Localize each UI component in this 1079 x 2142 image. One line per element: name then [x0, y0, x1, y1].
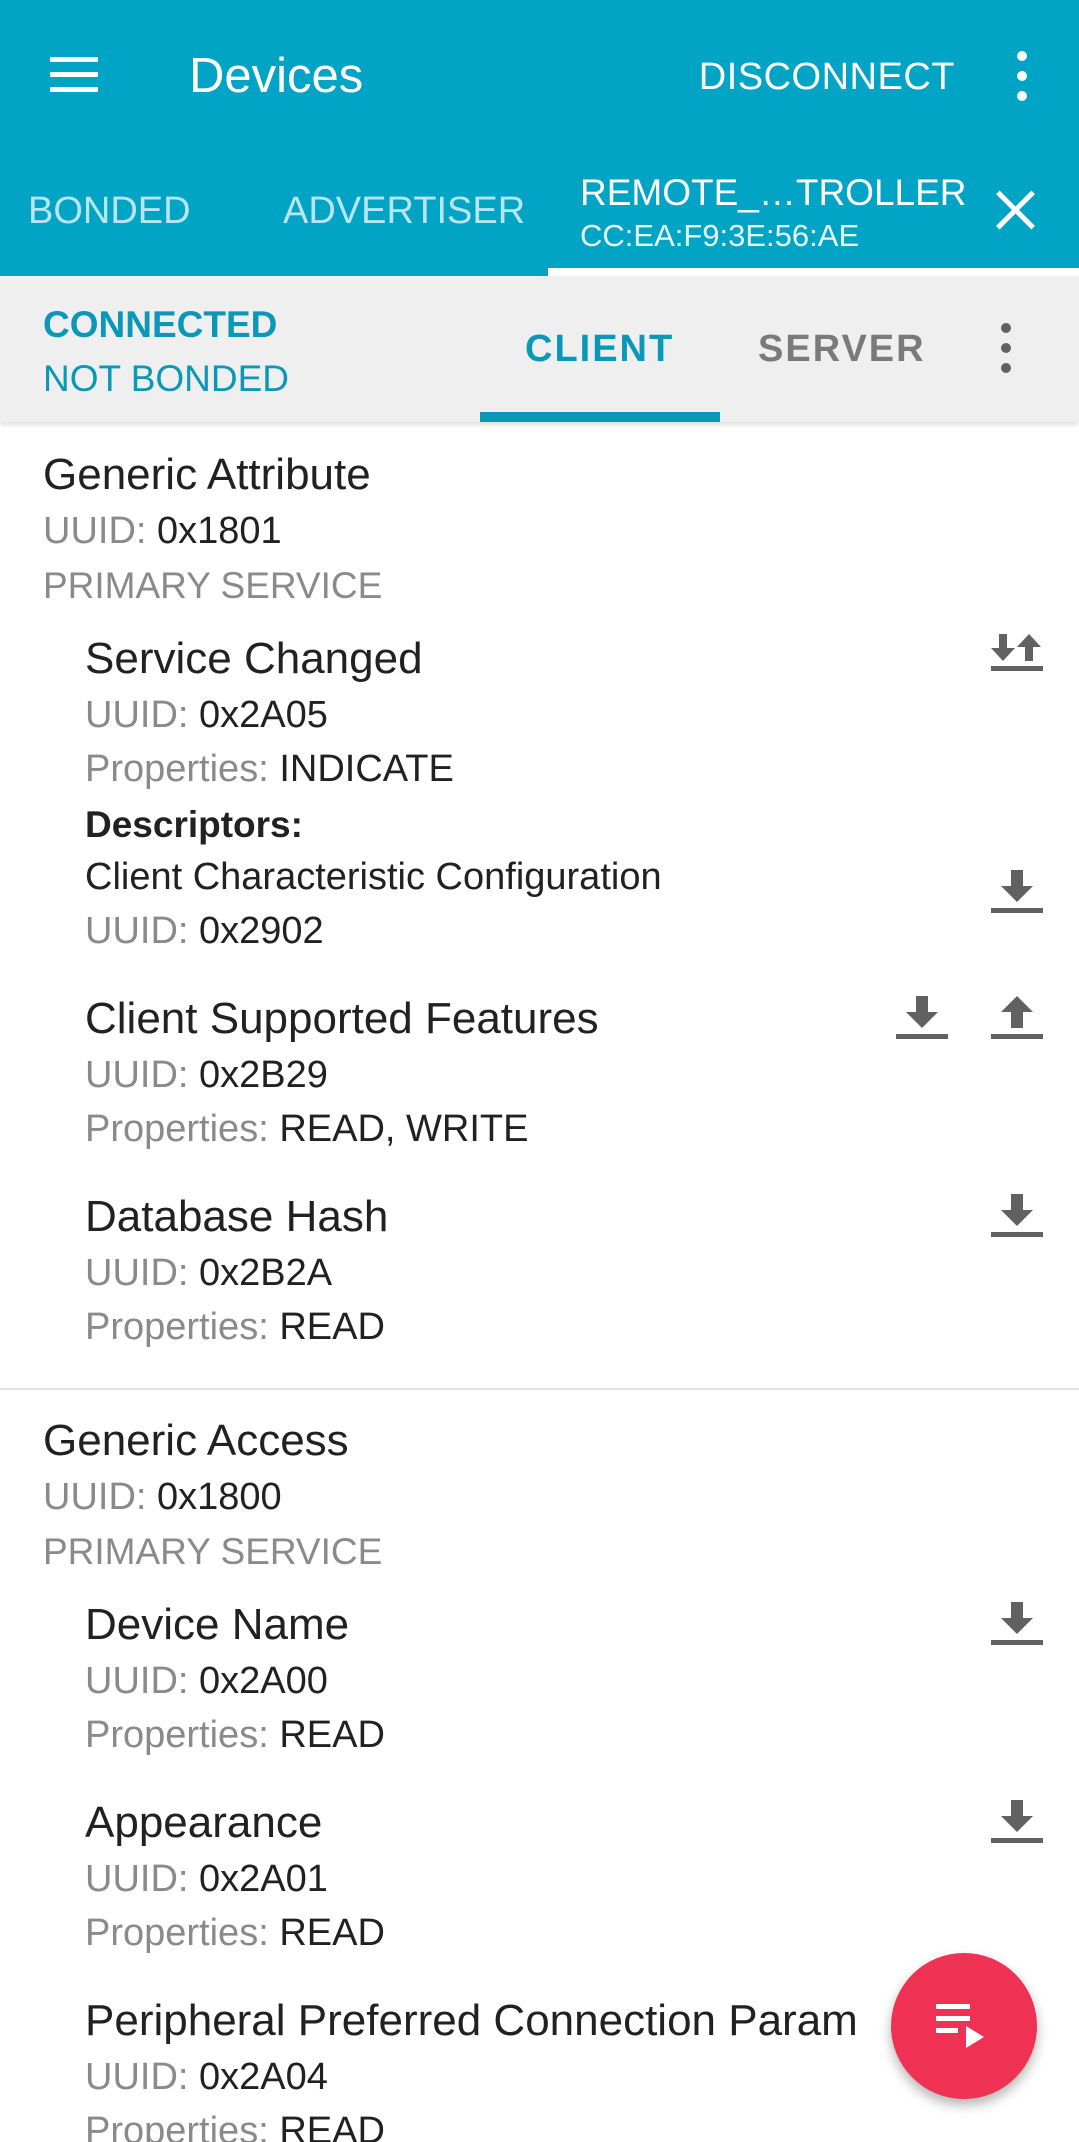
close-icon[interactable]: [993, 187, 1039, 233]
service-uuid: UUID: 0x1800: [43, 1476, 282, 1518]
divider: [0, 1388, 1079, 1390]
device-name: REMOTE_…TROLLER: [580, 172, 967, 213]
characteristic-uuid: UUID: 0x2A01: [85, 1858, 328, 1900]
characteristic-properties: Properties: READ: [85, 1306, 385, 1348]
download-icon[interactable]: [989, 1792, 1045, 1852]
tab-device[interactable]: REMOTE_…TROLLER CC:EA:F9:3E:56:AE: [580, 172, 967, 254]
connection-status-bar: CONNECTED NOT BONDED CLIENT SERVER: [0, 276, 1079, 422]
service-name[interactable]: Generic Attribute: [43, 450, 371, 500]
hamburger-menu-icon[interactable]: [42, 50, 102, 100]
characteristic-uuid: UUID: 0x2A05: [85, 694, 328, 736]
characteristic-uuid: UUID: 0x2B29: [85, 1054, 328, 1096]
service-type: PRIMARY SERVICE: [43, 1531, 383, 1572]
download-icon[interactable]: [894, 988, 950, 1048]
upload-icon[interactable]: [989, 988, 1045, 1048]
characteristic-name[interactable]: Service Changed: [85, 634, 423, 684]
characteristic-name[interactable]: Peripheral Preferred Connection Param: [85, 1996, 858, 2046]
characteristic-uuid: UUID: 0x2A00: [85, 1660, 328, 1702]
page-title: Devices: [189, 49, 364, 103]
descriptor-name[interactable]: Client Characteristic Configuration: [85, 856, 662, 899]
characteristic-name[interactable]: Client Supported Features: [85, 994, 599, 1044]
characteristic-uuid: UUID: 0x2B2A: [85, 1252, 333, 1294]
characteristic-properties: Properties: READ, WRITE: [85, 1108, 529, 1150]
characteristic-name[interactable]: Appearance: [85, 1798, 322, 1848]
download-icon[interactable]: [989, 862, 1045, 922]
characteristic-properties: Properties: READ: [85, 2110, 385, 2142]
characteristic-properties: Properties: READ: [85, 1714, 385, 1756]
characteristic-properties: Properties: READ: [85, 1912, 385, 1954]
more-vert-icon[interactable]: [1002, 46, 1042, 106]
client-tab-indicator: [480, 412, 720, 422]
characteristic-name[interactable]: Database Hash: [85, 1192, 388, 1242]
tab-advertiser[interactable]: ADVERTISER: [283, 190, 525, 233]
device-address: CC:EA:F9:3E:56:AE: [580, 218, 860, 253]
tab-server[interactable]: SERVER: [758, 328, 926, 371]
descriptor-uuid: UUID: 0x2902: [85, 910, 324, 952]
more-vert-icon[interactable]: [986, 318, 1026, 378]
connection-state: CONNECTED: [43, 304, 278, 345]
disconnect-button[interactable]: DISCONNECT: [699, 56, 955, 99]
services-list: Generic Attribute UUID: 0x1801 PRIMARY S…: [0, 422, 1079, 2142]
characteristic-uuid: UUID: 0x2A04: [85, 2056, 328, 2098]
service-uuid: UUID: 0x1801: [43, 510, 282, 552]
indications-toggle-icon[interactable]: [989, 628, 1045, 688]
tab-bonded[interactable]: BONDED: [28, 190, 191, 233]
bond-state: NOT BONDED: [43, 358, 290, 399]
app-bar: Devices DISCONNECT BONDED ADVERTISER REM…: [0, 0, 1079, 276]
tab-client[interactable]: CLIENT: [525, 328, 674, 371]
characteristic-name[interactable]: Device Name: [85, 1600, 349, 1650]
log-fab-button[interactable]: [891, 1953, 1037, 2099]
download-icon[interactable]: [989, 1594, 1045, 1654]
tab-indicator: [548, 268, 1079, 276]
descriptors-heading: Descriptors:: [85, 804, 303, 845]
characteristic-properties: Properties: INDICATE: [85, 748, 454, 790]
playlist-play-icon: [936, 2004, 984, 2048]
service-type: PRIMARY SERVICE: [43, 565, 383, 606]
download-icon[interactable]: [989, 1186, 1045, 1246]
service-name[interactable]: Generic Access: [43, 1416, 349, 1466]
